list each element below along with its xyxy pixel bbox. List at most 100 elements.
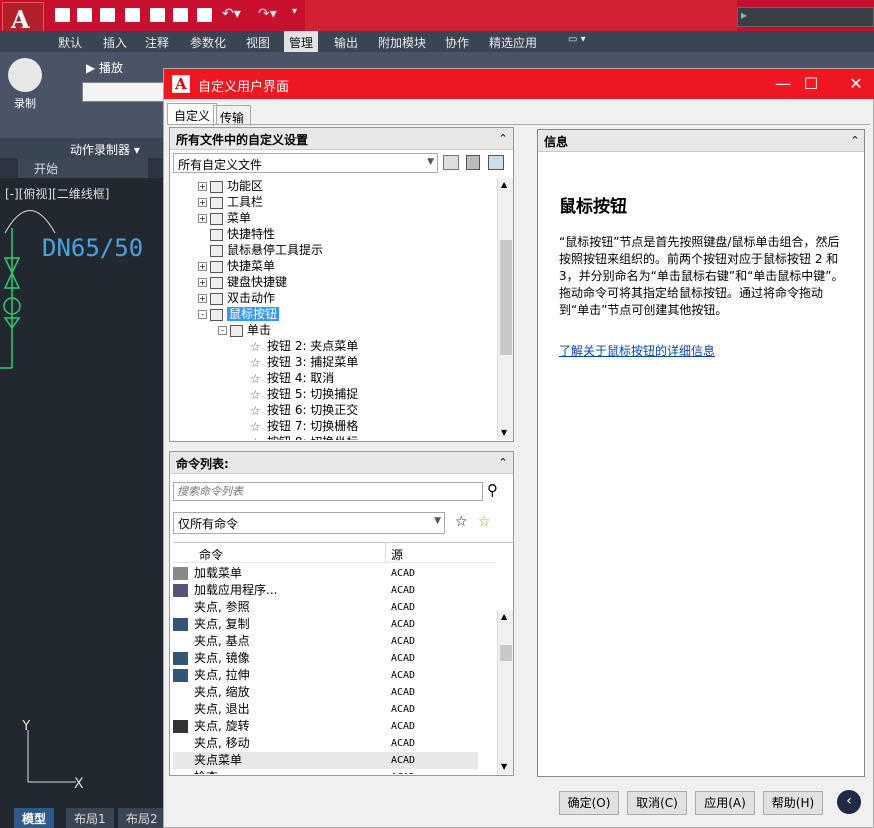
- ribbon-tab-featured-apps[interactable]: 精选应用: [489, 31, 537, 52]
- cancel-button[interactable]: 取消(C): [627, 791, 687, 815]
- help-button[interactable]: 帮助(H): [763, 791, 823, 815]
- record-icon[interactable]: [8, 58, 42, 92]
- command-row[interactable]: 夹点, 参照 ACAD: [173, 599, 478, 616]
- maximize-button[interactable]: ☐: [797, 73, 825, 95]
- command-row[interactable]: 夹点, 复制 ACAD: [173, 616, 478, 633]
- tree-node[interactable]: ☆ 按钮 7: 切换栅格: [173, 418, 513, 434]
- ribbon-tab-addins[interactable]: 附加模块: [378, 31, 426, 52]
- collapse-icon[interactable]: ⌃: [496, 456, 510, 470]
- tree-node[interactable]: - 鼠标按钮: [173, 306, 513, 322]
- open-file-icon[interactable]: [77, 8, 92, 22]
- save-icon[interactable]: [466, 155, 480, 170]
- tree-node[interactable]: 鼠标悬停工具提示: [173, 242, 513, 258]
- scroll-down-icon[interactable]: ▼: [501, 762, 507, 771]
- expand-icon[interactable]: +: [198, 198, 207, 207]
- ribbon-tab-view[interactable]: 视图: [246, 31, 270, 52]
- ribbon-tab-parametric[interactable]: 参数化: [190, 31, 226, 52]
- tree-node[interactable]: - 单击: [173, 322, 513, 338]
- column-header-source[interactable]: 源: [391, 546, 403, 563]
- scroll-up-icon[interactable]: ▲: [501, 612, 507, 621]
- ribbon-tab-collaborate[interactable]: 协作: [445, 31, 469, 52]
- command-row[interactable]: 加载菜单 ACAD: [173, 565, 478, 582]
- web-save-icon[interactable]: [173, 8, 188, 22]
- tree-node[interactable]: ☆ 按钮 8: 切换坐标: [173, 434, 513, 440]
- drawing-area[interactable]: 开始 [-][俯视][二维线框] DN65/50 Y X: [0, 158, 165, 828]
- play-button[interactable]: ▶ 播放: [86, 59, 123, 76]
- collapse-icon[interactable]: ⌃: [848, 134, 862, 148]
- find-command-icon[interactable]: ☆: [455, 514, 468, 530]
- customization-file-combo[interactable]: 所有自定义文件 ▼: [173, 153, 438, 173]
- search-box[interactable]: ▸: [737, 7, 874, 27]
- save-icon[interactable]: [100, 8, 115, 22]
- collapse-panel-icon[interactable]: ‹: [837, 790, 861, 814]
- apply-button[interactable]: 应用(A): [695, 791, 755, 815]
- ribbon-tab-default[interactable]: 默认: [58, 31, 82, 52]
- tree-node[interactable]: + 键盘快捷键: [173, 274, 513, 290]
- collapse-icon[interactable]: ⌃: [496, 132, 510, 146]
- tree-node[interactable]: + 快捷菜单: [173, 258, 513, 274]
- ribbon-tab-manage[interactable]: 管理: [284, 31, 319, 52]
- tree-scrollbar[interactable]: ▲ ▼: [497, 178, 513, 440]
- scroll-down-icon[interactable]: ▼: [501, 428, 507, 437]
- expand-icon[interactable]: +: [198, 214, 207, 223]
- expand-icon[interactable]: +: [198, 262, 207, 271]
- tree-node[interactable]: + 双击动作: [173, 290, 513, 306]
- open-file-icon[interactable]: [443, 155, 459, 170]
- ok-button[interactable]: 确定(O): [559, 791, 619, 815]
- undo-icon[interactable]: ↶▾: [222, 6, 241, 22]
- dialog-title-bar[interactable]: A 自定义用户界面 — ☐ ✕: [164, 69, 874, 99]
- tree-node[interactable]: + 菜单: [173, 210, 513, 226]
- file-tab-start[interactable]: 开始: [18, 158, 148, 178]
- minimize-button[interactable]: —: [769, 73, 797, 95]
- command-scroll-thumb[interactable]: [500, 645, 512, 661]
- action-recorder-panel-title[interactable]: 动作录制器 ▾: [0, 138, 165, 159]
- redo-icon[interactable]: ↷▾: [258, 6, 277, 22]
- command-row[interactable]: 夹点, 基点 ACAD: [173, 633, 478, 650]
- command-row[interactable]: 夹点菜单 ACAD: [173, 752, 478, 769]
- save-as-icon[interactable]: [125, 8, 140, 22]
- command-search-input[interactable]: [173, 482, 483, 501]
- new-command-icon[interactable]: ☆: [478, 514, 491, 530]
- tab-customize[interactable]: 自定义: [167, 103, 218, 124]
- tree-node[interactable]: ☆ 按钮 6: 切换正交: [173, 402, 513, 418]
- print-icon[interactable]: [197, 8, 212, 22]
- save-as-icon[interactable]: [488, 155, 504, 170]
- command-row[interactable]: 夹点, 镜像 ACAD: [173, 650, 478, 667]
- command-row[interactable]: 夹点, 退出 ACAD: [173, 701, 478, 718]
- web-open-icon[interactable]: [150, 8, 165, 22]
- ribbon-tab-insert[interactable]: 插入: [103, 31, 127, 52]
- ribbon-tab-output[interactable]: 输出: [334, 31, 358, 52]
- collapse-tree-icon[interactable]: -: [218, 326, 227, 335]
- ribbon-tab-annotate[interactable]: 注释: [145, 31, 169, 52]
- tree-node[interactable]: + 功能区: [173, 178, 513, 194]
- expand-icon[interactable]: +: [198, 294, 207, 303]
- tree-node[interactable]: 快捷特性: [173, 226, 513, 242]
- ribbon-options-icon[interactable]: ▭ ▾: [568, 31, 586, 52]
- autocad-logo-button[interactable]: A: [2, 2, 44, 34]
- command-row[interactable]: 夹点, 旋转 ACAD: [173, 718, 478, 735]
- tree-node[interactable]: ☆ 按钮 4: 取消: [173, 370, 513, 386]
- tree-node[interactable]: ☆ 按钮 3: 捕捉菜单: [173, 354, 513, 370]
- expand-icon[interactable]: +: [198, 182, 207, 191]
- tree-node[interactable]: ☆ 按钮 5: 切换捕捉: [173, 386, 513, 402]
- layout-tab-2[interactable]: 布局2: [118, 808, 166, 828]
- tab-transfer[interactable]: 传输: [213, 105, 252, 126]
- expand-icon[interactable]: +: [198, 278, 207, 287]
- close-button[interactable]: ✕: [842, 73, 870, 95]
- command-row[interactable]: 夹点, 缩放 ACAD: [173, 684, 478, 701]
- command-row[interactable]: 加载应用程序... ACAD: [173, 582, 478, 599]
- column-header-command[interactable]: 命令: [199, 546, 223, 563]
- learn-more-link[interactable]: 了解关于鼠标按钮的详细信息: [559, 342, 715, 359]
- tree-scroll-thumb[interactable]: [500, 240, 512, 355]
- command-filter-combo[interactable]: 仅所有命令 ▼: [173, 512, 445, 534]
- tree-node[interactable]: + 工具栏: [173, 194, 513, 210]
- command-row[interactable]: 夹点, 移动 ACAD: [173, 735, 478, 752]
- scroll-up-icon[interactable]: ▲: [501, 180, 507, 189]
- quick-access-more-icon[interactable]: ▾: [292, 6, 297, 17]
- collapse-tree-icon[interactable]: -: [198, 310, 207, 319]
- layout-tab-1[interactable]: 布局1: [66, 808, 114, 828]
- layout-tab-model[interactable]: 模型: [14, 808, 55, 828]
- search-icon[interactable]: ⚲: [487, 481, 498, 499]
- command-scrollbar[interactable]: ▲ ▼: [497, 610, 513, 774]
- command-row[interactable]: 夹点, 拉伸 ACAD: [173, 667, 478, 684]
